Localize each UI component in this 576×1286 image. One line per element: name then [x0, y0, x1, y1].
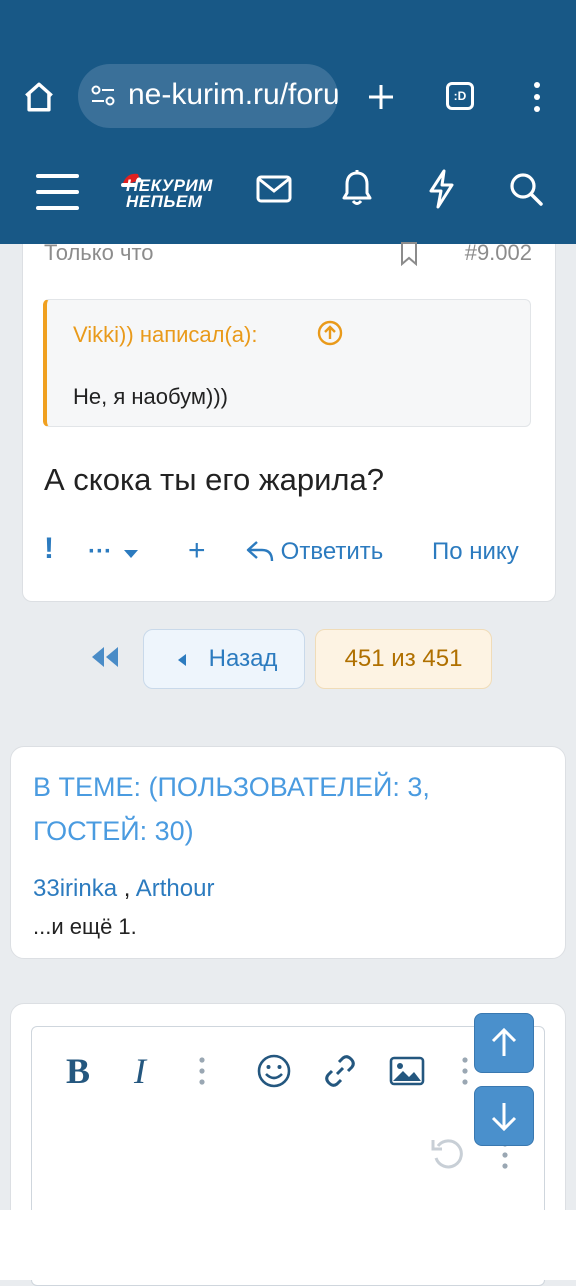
page-label: 451 из 451 [344, 645, 463, 672]
image-icon[interactable] [389, 1056, 425, 1086]
chevron-down-icon [123, 550, 138, 558]
envelope-icon[interactable] [256, 174, 292, 204]
more-vertical-icon[interactable] [460, 1056, 470, 1086]
scroll-down-button[interactable] [474, 1086, 534, 1146]
back-label: Назад [208, 645, 278, 672]
post-time[interactable]: Только что [44, 240, 154, 266]
logo-line-2: НЕПЬЕМ [126, 192, 203, 211]
arrow-up-icon [491, 1028, 517, 1056]
tab-count: :D [453, 89, 467, 103]
first-page-icon[interactable] [88, 645, 120, 669]
reply-label: Ответить [280, 538, 384, 565]
reply-icon [246, 541, 274, 562]
who-users: 33irinka , Arthour [33, 875, 214, 903]
report-button[interactable]: ! [44, 532, 54, 566]
bold-icon[interactable]: B [66, 1050, 90, 1092]
user-separator: , [117, 875, 136, 902]
site-settings-icon[interactable] [90, 84, 116, 108]
browser-menu-icon[interactable] [528, 80, 546, 114]
italic-icon[interactable]: I [134, 1050, 146, 1092]
quote-author[interactable]: Vikki)) написал(а): [73, 322, 257, 348]
new-tab-icon[interactable] [366, 82, 396, 112]
search-icon[interactable] [508, 171, 544, 207]
address-bar[interactable]: ne-kurim.ru/forum [78, 64, 338, 128]
home-icon[interactable] [22, 80, 56, 114]
lightning-icon[interactable] [426, 169, 456, 209]
quote-text: Не, я наобум))) [73, 384, 228, 409]
caret-left-icon [178, 654, 186, 666]
more-actions-button[interactable]: ··· [88, 538, 139, 566]
who-more: ...и ещё 1. [33, 914, 137, 939]
more-icon: ··· [88, 538, 112, 565]
who-card: В ТЕМЕ: (ПОЛЬЗОВАТЕЛЕЙ: 3, ГОСТЕЙ: 30) 3… [10, 746, 566, 959]
add-reaction-button[interactable]: + [188, 534, 206, 568]
bottom-bar [0, 1210, 576, 1280]
smiley-icon[interactable] [256, 1053, 292, 1089]
quote-block: Vikki)) написал(а): Не, я наобум))) [43, 299, 531, 427]
who-title[interactable]: В ТЕМЕ: (ПОЛЬЗОВАТЕЛЕЙ: 3, ГОСТЕЙ: 30) [33, 765, 533, 853]
link-icon[interactable] [322, 1053, 358, 1089]
more-vertical-icon[interactable] [197, 1056, 207, 1086]
bell-icon[interactable] [341, 169, 373, 207]
browser-toolbar: ne-kurim.ru/forum :D [0, 0, 576, 143]
page-indicator[interactable]: 451 из 451 [315, 629, 492, 689]
bookmark-icon[interactable] [399, 242, 419, 266]
user-link[interactable]: 33irinka [33, 875, 117, 902]
by-nick-button[interactable]: По нику [432, 538, 519, 566]
user-link[interactable]: Arthour [136, 875, 215, 902]
url-text[interactable]: ne-kurim.ru/forum [128, 78, 338, 112]
post-body: А скока ты его жарила? [44, 462, 384, 497]
arrow-up-circle-icon[interactable] [317, 320, 343, 346]
post-number[interactable]: #9.002 [465, 240, 532, 266]
reply-button[interactable]: Ответить [246, 538, 383, 566]
tab-switcher-button[interactable]: :D [446, 82, 474, 110]
site-header [0, 143, 576, 244]
scroll-up-button[interactable] [474, 1013, 534, 1073]
undo-icon[interactable] [430, 1136, 466, 1172]
back-button[interactable]: Назад [143, 629, 305, 689]
arrow-down-icon [491, 1103, 517, 1131]
